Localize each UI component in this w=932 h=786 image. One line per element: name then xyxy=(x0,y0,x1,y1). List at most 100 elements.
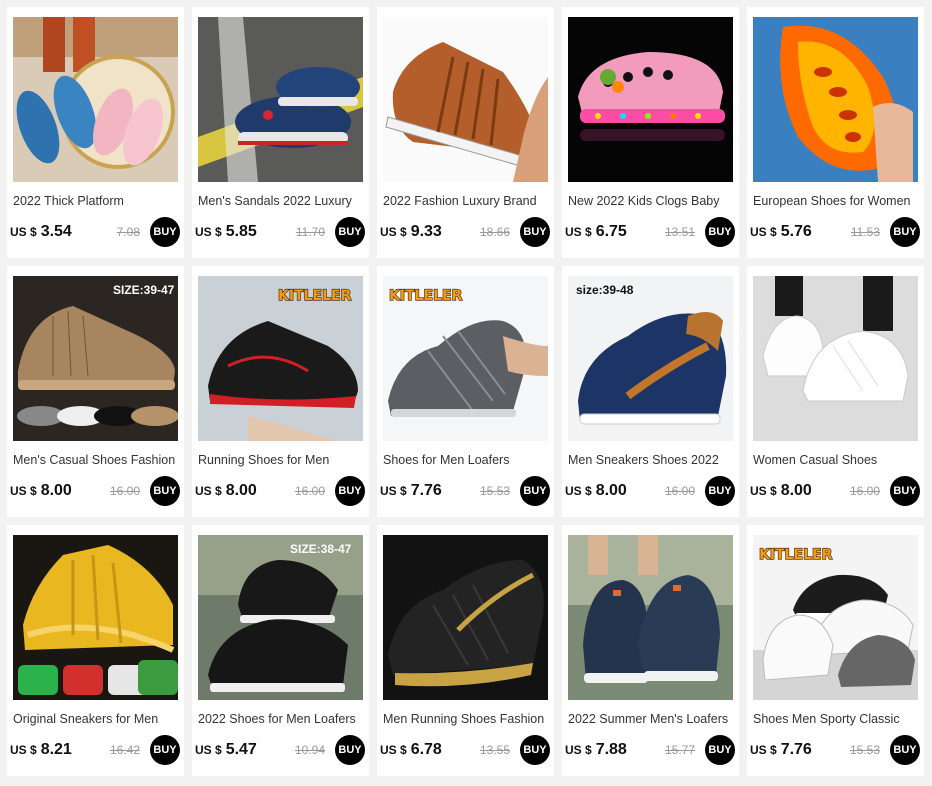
product-title[interactable]: 2022 Shoes for Men Loafers xyxy=(198,711,366,727)
product-image[interactable]: KITLELER xyxy=(198,276,363,441)
product-title[interactable]: New 2022 Kids Clogs Baby xyxy=(568,193,736,209)
product-card[interactable]: 2022 Summer Men's Loafers US $ 7.88 15.7… xyxy=(562,525,739,776)
original-price: 7.08 xyxy=(116,225,140,239)
product-title[interactable]: 2022 Thick Platform xyxy=(13,193,181,209)
buy-button[interactable]: BUY xyxy=(890,217,920,247)
original-price: 11.70 xyxy=(295,225,325,239)
buy-button[interactable]: BUY xyxy=(705,476,735,506)
sale-price: 8.21 xyxy=(40,741,72,758)
product-image[interactable] xyxy=(13,17,178,182)
price-row: US $ 5.47 10.94 BUY xyxy=(195,734,365,766)
currency-label: US $ xyxy=(750,743,777,757)
price-row: US $ 9.33 18.66 BUY xyxy=(380,216,550,248)
sale-price: 8.00 xyxy=(595,482,627,499)
original-price: 16.00 xyxy=(849,484,880,498)
product-card[interactable]: Original Sneakers for Men US $ 8.21 16.4… xyxy=(7,525,184,776)
product-image[interactable]: KITLELER xyxy=(383,276,548,441)
product-grid: 2022 Thick Platform US $ 3.54 7.08 BUY M… xyxy=(7,7,924,776)
currency-label: US $ xyxy=(195,225,222,239)
currency-label: US $ xyxy=(195,484,222,498)
product-title[interactable]: Men Running Shoes Fashion xyxy=(383,711,551,727)
buy-button[interactable]: BUY xyxy=(335,217,365,247)
buy-button[interactable]: BUY xyxy=(335,476,365,506)
currency-label: US $ xyxy=(565,484,592,498)
product-card[interactable]: 2022 Thick Platform US $ 3.54 7.08 BUY xyxy=(7,7,184,258)
sale-price: 5.85 xyxy=(225,223,257,240)
product-card[interactable]: KITLELER Running Shoes for Men US $ 8.00… xyxy=(192,266,369,517)
product-image[interactable] xyxy=(383,17,548,182)
currency-label: US $ xyxy=(750,484,777,498)
currency-label: US $ xyxy=(565,225,592,239)
sale-price: 8.00 xyxy=(40,482,72,499)
sale-price: 7.88 xyxy=(595,741,627,758)
buy-button[interactable]: BUY xyxy=(705,217,735,247)
product-image[interactable] xyxy=(198,17,363,182)
product-image[interactable] xyxy=(568,535,733,700)
buy-button[interactable]: BUY xyxy=(520,217,550,247)
sale-price: 8.00 xyxy=(780,482,812,499)
price-row: US $ 8.21 16.42 BUY xyxy=(10,734,180,766)
product-card[interactable]: Men Running Shoes Fashion US $ 6.78 13.5… xyxy=(377,525,554,776)
product-title[interactable]: 2022 Fashion Luxury Brand xyxy=(383,193,551,209)
currency-label: US $ xyxy=(380,743,407,757)
original-price: 16.00 xyxy=(109,484,140,498)
product-card[interactable]: New 2022 Kids Clogs Baby US $ 6.75 13.51… xyxy=(562,7,739,258)
original-price: 16.00 xyxy=(294,484,325,498)
buy-button[interactable]: BUY xyxy=(705,735,735,765)
product-title[interactable]: 2022 Summer Men's Loafers xyxy=(568,711,736,727)
buy-button[interactable]: BUY xyxy=(150,476,180,506)
product-image[interactable] xyxy=(753,276,918,441)
buy-button[interactable]: BUY xyxy=(150,735,180,765)
buy-button[interactable]: BUY xyxy=(335,735,365,765)
buy-button[interactable]: BUY xyxy=(150,217,180,247)
product-card[interactable]: 2022 Fashion Luxury Brand US $ 9.33 18.6… xyxy=(377,7,554,258)
sale-price: 7.76 xyxy=(780,741,812,758)
currency-label: US $ xyxy=(750,225,777,239)
product-title[interactable]: Running Shoes for Men xyxy=(198,452,366,468)
product-title[interactable]: Women Casual Shoes xyxy=(753,452,921,468)
sale-price: 7.76 xyxy=(410,482,442,499)
product-card[interactable]: KITLELER Shoes for Men Loafers US $ 7.76… xyxy=(377,266,554,517)
size-badge: size:39-48 xyxy=(576,283,634,297)
product-image[interactable]: SIZE:39-47 xyxy=(13,276,178,441)
product-image[interactable]: size:39-48 xyxy=(568,276,733,441)
product-title[interactable]: Men's Sandals 2022 Luxury xyxy=(198,193,366,209)
product-title[interactable]: Shoes Men Sporty Classic xyxy=(753,711,921,727)
product-title[interactable]: Men Sneakers Shoes 2022 xyxy=(568,452,736,468)
product-card[interactable]: SIZE:39-47 Men's Casual Shoes Fashion US… xyxy=(7,266,184,517)
currency-label: US $ xyxy=(565,743,592,757)
brand-badge: KITLELER xyxy=(278,288,352,304)
product-card[interactable]: Men's Sandals 2022 Luxury US $ 5.85 11.7… xyxy=(192,7,369,258)
buy-button[interactable]: BUY xyxy=(520,476,550,506)
product-card[interactable]: European Shoes for Women US $ 5.76 11.53… xyxy=(747,7,924,258)
product-image[interactable] xyxy=(13,535,178,700)
currency-label: US $ xyxy=(10,484,37,498)
product-card[interactable]: Women Casual Shoes US $ 8.00 16.00 BUY xyxy=(747,266,924,517)
product-image[interactable] xyxy=(753,17,918,182)
product-card[interactable]: SIZE:38-47 2022 Shoes for Men Loafers US… xyxy=(192,525,369,776)
product-title[interactable]: Men's Casual Shoes Fashion xyxy=(13,452,181,468)
product-card[interactable]: KITLELER Shoes Men Sporty Classic US $ 7… xyxy=(747,525,924,776)
original-price: 18.66 xyxy=(479,225,510,239)
product-title[interactable]: European Shoes for Women xyxy=(753,193,921,209)
buy-button[interactable]: BUY xyxy=(890,476,920,506)
product-image[interactable] xyxy=(568,17,733,182)
buy-button[interactable]: BUY xyxy=(520,735,550,765)
sale-price: 5.76 xyxy=(780,223,812,240)
original-price: 10.94 xyxy=(294,743,325,757)
product-title[interactable]: Shoes for Men Loafers xyxy=(383,452,551,468)
product-title[interactable]: Original Sneakers for Men xyxy=(13,711,181,727)
price-row: US $ 6.75 13.51 BUY xyxy=(565,216,735,248)
size-badge: SIZE:38-47 xyxy=(290,542,352,556)
product-image[interactable]: SIZE:38-47 xyxy=(198,535,363,700)
product-card[interactable]: size:39-48 Men Sneakers Shoes 2022 US $ … xyxy=(562,266,739,517)
original-price: 13.55 xyxy=(479,743,510,757)
product-image[interactable] xyxy=(383,535,548,700)
original-price: 15.77 xyxy=(664,743,695,757)
price-row: US $ 5.76 11.53 BUY xyxy=(750,216,920,248)
original-price: 11.53 xyxy=(850,225,880,239)
price-row: US $ 7.76 15.53 BUY xyxy=(750,734,920,766)
buy-button[interactable]: BUY xyxy=(890,735,920,765)
size-badge: SIZE:39-47 xyxy=(113,283,175,297)
product-image[interactable]: KITLELER xyxy=(753,535,918,700)
